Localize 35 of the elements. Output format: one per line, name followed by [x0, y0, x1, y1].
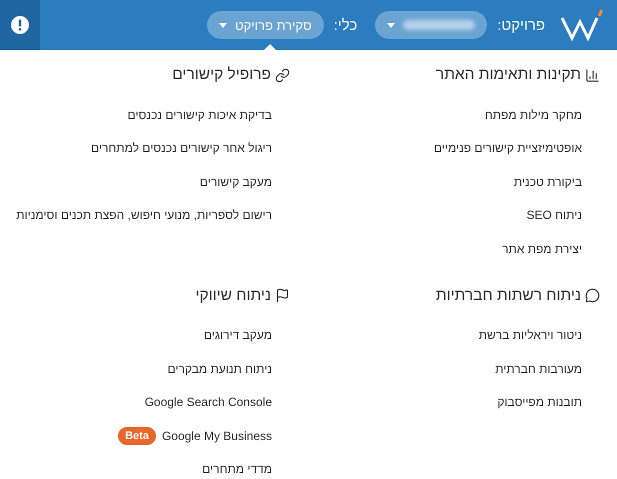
menu-link[interactable]: ריגול אחר קישורים נכנסים למתחרים [90, 141, 272, 156]
menu-link[interactable]: יצירת מפת אתר [502, 242, 582, 256]
section-title: תקינות ותאימות האתר [436, 66, 581, 84]
caret-icon [219, 22, 228, 28]
logo-icon[interactable] [559, 8, 605, 42]
flag-icon [275, 288, 290, 303]
project-label: פרויקט: [497, 16, 545, 34]
menu-link[interactable]: מחקר מילות מפתח [484, 108, 582, 122]
menu-pointer [264, 44, 276, 50]
menu-link[interactable]: מעורבות חברתית [495, 362, 582, 376]
menu-link[interactable]: ביקורת טכנית [514, 174, 582, 189]
menu-link[interactable]: Google Search Console [144, 395, 272, 410]
tool-label: כלי: [334, 16, 358, 34]
section-title: ניתוח רשתות חברתיות [436, 286, 581, 304]
beta-badge: Beta [118, 426, 156, 445]
speech-bubble-icon [585, 288, 600, 303]
caret-icon [387, 22, 396, 28]
menu-link[interactable]: רישום לספריות, מנועי חיפוש, הפצת תכנים וסימניות [16, 208, 272, 222]
menu-link[interactable]: Google My Business [162, 428, 272, 443]
alert-icon [11, 16, 29, 34]
menu-link[interactable]: ניתוח תנועת מבקרים [167, 362, 272, 376]
alert-panel[interactable] [0, 0, 40, 50]
bar-chart-icon [585, 68, 600, 82]
menu-link[interactable]: תובנות מפייסבוק [497, 395, 582, 410]
menu-link[interactable]: בדיקת איכות קישורים נכנסים [128, 108, 272, 122]
menu-link[interactable]: אופטימיזציית קישורים פנימיים [434, 141, 582, 156]
menu-link[interactable]: מעקב קישורים [200, 174, 272, 189]
menu-link[interactable]: מדדי מתחרים [202, 462, 272, 476]
menu-link[interactable]: ניטור ויראליות ברשת [478, 328, 582, 342]
section-title: ניתוח שיווקי [195, 286, 271, 304]
menu-link[interactable]: ניתוח SEO [526, 208, 582, 222]
link-icon [275, 68, 290, 82]
project-dropdown[interactable] [375, 11, 488, 39]
section-title: פרופיל קישורים [172, 66, 271, 84]
menu-link[interactable]: מעקב דירוגים [204, 328, 272, 342]
